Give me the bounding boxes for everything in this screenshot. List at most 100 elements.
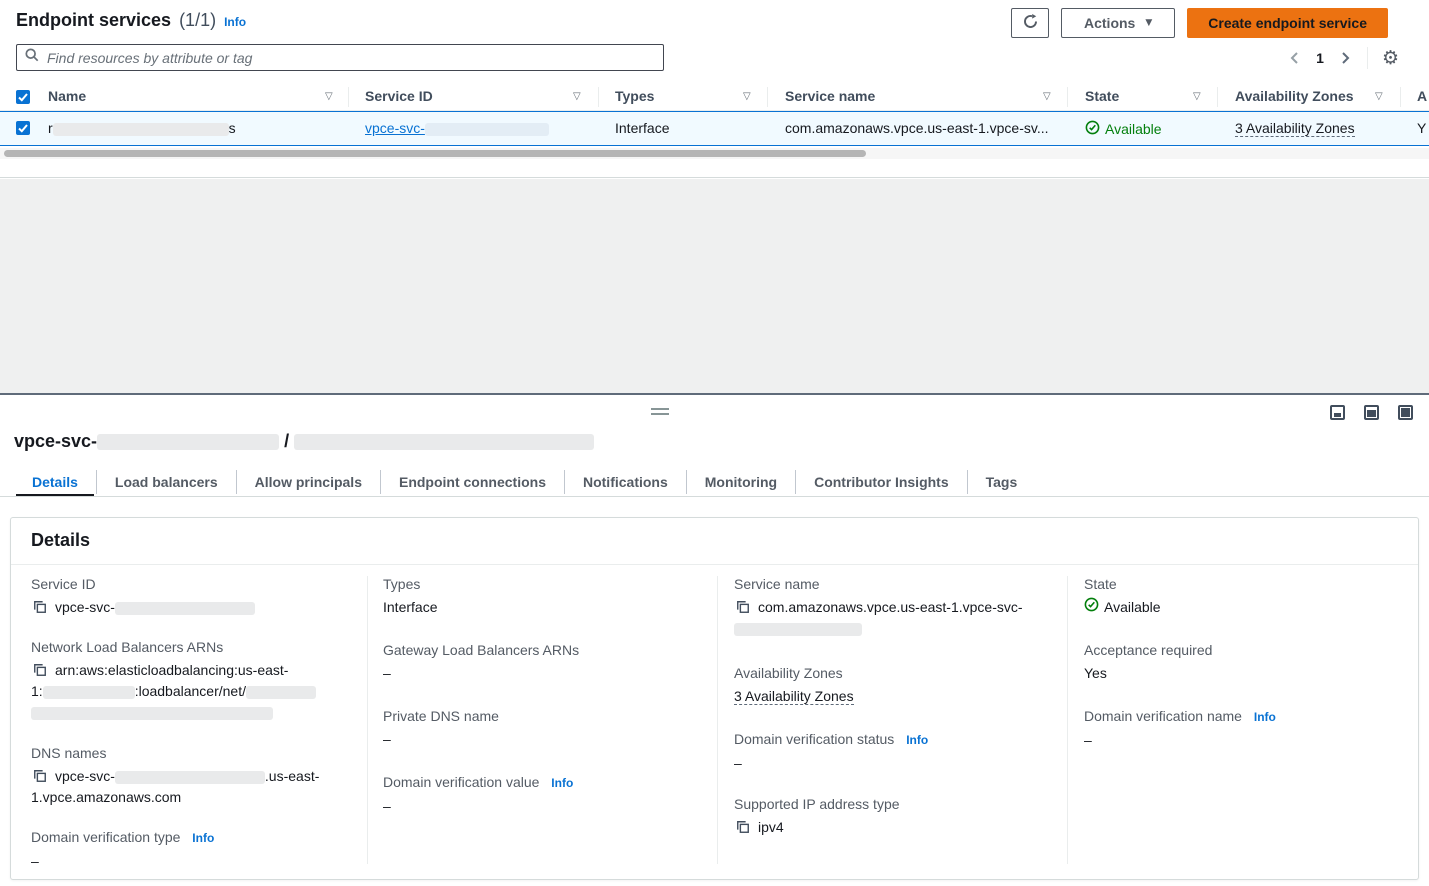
copy-icon[interactable] (33, 600, 47, 617)
copy-icon[interactable] (736, 600, 750, 617)
column-divider[interactable] (1217, 87, 1218, 107)
column-header-service-name[interactable]: Service name (785, 88, 875, 104)
tab-load-balancers[interactable]: Load balancers (97, 467, 236, 497)
tab-allow-principals[interactable]: Allow principals (237, 467, 380, 497)
field-value: ipv4 (758, 819, 784, 835)
sort-icon-service-id[interactable]: ▽ (573, 91, 581, 102)
current-page-number[interactable]: 1 (1316, 50, 1324, 66)
availability-zones-popover-trigger[interactable]: 3 Availability Zones (1235, 120, 1355, 137)
split-panel-drag-handle[interactable] (651, 408, 669, 416)
row-checkbox[interactable] (16, 121, 30, 135)
select-all-checkbox[interactable] (16, 90, 30, 104)
redacted-text (31, 707, 273, 720)
field-service-name: Service name com.amazonaws.vpce.us-east-… (734, 574, 1064, 639)
field-value: – (383, 663, 713, 684)
create-endpoint-service-button[interactable]: Create endpoint service (1187, 8, 1388, 38)
sort-icon-state[interactable]: ▽ (1193, 91, 1201, 102)
tab-endpoint-connections[interactable]: Endpoint connections (381, 467, 564, 497)
actions-button[interactable]: Actions ▼ (1061, 8, 1175, 38)
cell-service-id-link[interactable]: vpce-svc- (365, 120, 549, 136)
search-icon (25, 48, 39, 67)
panel-position-side-icon[interactable] (1364, 405, 1379, 420)
tab-tags[interactable]: Tags (968, 467, 1036, 497)
field-label: Service name (734, 576, 820, 592)
refresh-icon (1022, 13, 1039, 33)
column-divider[interactable] (598, 87, 599, 107)
sort-icon-types[interactable]: ▽ (743, 91, 751, 102)
status-available-icon (1084, 597, 1099, 618)
column-divider[interactable] (1400, 87, 1401, 107)
info-link[interactable]: Info (906, 733, 928, 747)
cell-acceptance-partial: Y (1417, 120, 1426, 136)
tab-bar-divider (0, 496, 1429, 497)
redacted-text (734, 623, 862, 636)
column-header-availability-zones[interactable]: Availability Zones (1235, 88, 1354, 104)
details-column-2: Types Interface Gateway Load Balancers A… (383, 574, 713, 836)
search-box[interactable] (16, 44, 664, 71)
page-title: Endpoint services (16, 10, 171, 31)
redacted-text (97, 434, 279, 450)
field-label: Service ID (31, 576, 96, 592)
details-card: Details Service ID vpce-svc- Network Loa… (10, 517, 1419, 880)
details-column-4: State Available Acceptance required Yes … (1084, 574, 1414, 770)
column-divider (367, 576, 368, 864)
refresh-button[interactable] (1011, 8, 1049, 38)
sort-icon-service-name[interactable]: ▽ (1043, 91, 1051, 102)
copy-icon[interactable] (33, 769, 47, 786)
sort-icon-name[interactable]: ▽ (325, 91, 333, 102)
pagination-divider (1367, 47, 1368, 69)
pagination: 1 ⚙ (1287, 47, 1399, 69)
page-info-link[interactable]: Info (224, 15, 246, 29)
tab-notifications[interactable]: Notifications (565, 467, 686, 497)
copy-icon[interactable] (33, 663, 47, 680)
field-label: Types (383, 576, 420, 592)
field-value: 1: (31, 683, 43, 699)
info-link[interactable]: Info (1254, 710, 1276, 724)
details-card-heading-divider (11, 564, 1418, 565)
previous-page-button[interactable] (1287, 51, 1302, 65)
horizontal-scrollbar[interactable] (0, 148, 1429, 159)
column-header-state[interactable]: State (1085, 88, 1119, 104)
tab-contributor-insights[interactable]: Contributor Insights (796, 467, 967, 497)
tab-monitoring[interactable]: Monitoring (687, 467, 795, 497)
page-background (0, 179, 1429, 393)
table-header-row: Name ▽ Service ID ▽ Types ▽ Service name… (0, 84, 1429, 111)
next-page-button[interactable] (1338, 51, 1353, 65)
column-header-acceptance-partial[interactable]: A (1417, 88, 1427, 104)
redacted-text (294, 434, 594, 450)
details-card-heading: Details (31, 530, 90, 551)
column-header-types[interactable]: Types (615, 88, 654, 104)
field-value: – (734, 753, 1064, 774)
field-private-dns-name: Private DNS name – (383, 706, 713, 750)
field-service-id: Service ID vpce-svc- (31, 574, 361, 618)
cell-state-label: Available (1105, 121, 1162, 137)
column-header-service-id[interactable]: Service ID (365, 88, 433, 104)
column-divider[interactable] (767, 87, 768, 107)
redacted-text (43, 686, 135, 699)
column-header-name[interactable]: Name (48, 88, 86, 104)
copy-icon[interactable] (736, 820, 750, 837)
horizontal-scrollbar-thumb[interactable] (4, 150, 866, 157)
info-link[interactable]: Info (551, 776, 573, 790)
endpoint-services-table-card: Endpoint services (1/1) Info Actions ▼ C… (0, 0, 1429, 178)
field-label: Domain verification name (1084, 708, 1242, 724)
search-input[interactable] (45, 49, 655, 67)
column-divider[interactable] (348, 87, 349, 107)
availability-zones-popover-trigger[interactable]: 3 Availability Zones (734, 688, 854, 705)
split-panel-position-buttons (1330, 405, 1413, 420)
table-preferences-gear-icon[interactable]: ⚙ (1382, 49, 1399, 68)
info-link[interactable]: Info (192, 831, 214, 845)
column-divider[interactable] (1067, 87, 1068, 107)
field-label: Network Load Balancers ARNs (31, 639, 223, 655)
field-value: – (383, 796, 713, 817)
sort-icon-availability-zones[interactable]: ▽ (1375, 91, 1383, 102)
table-row[interactable]: rs vpce-svc- Interface com.amazonaws.vpc… (0, 111, 1429, 146)
tab-details[interactable]: Details (14, 467, 96, 497)
service-id-prefix: vpce-svc- (365, 120, 425, 136)
panel-position-full-icon[interactable] (1398, 405, 1413, 420)
field-label: Domain verification status (734, 731, 894, 747)
field-label: Availability Zones (734, 665, 843, 681)
split-panel-title: vpce-svc- / (14, 431, 594, 452)
column-divider (717, 576, 718, 864)
panel-position-bottom-icon[interactable] (1330, 405, 1345, 420)
